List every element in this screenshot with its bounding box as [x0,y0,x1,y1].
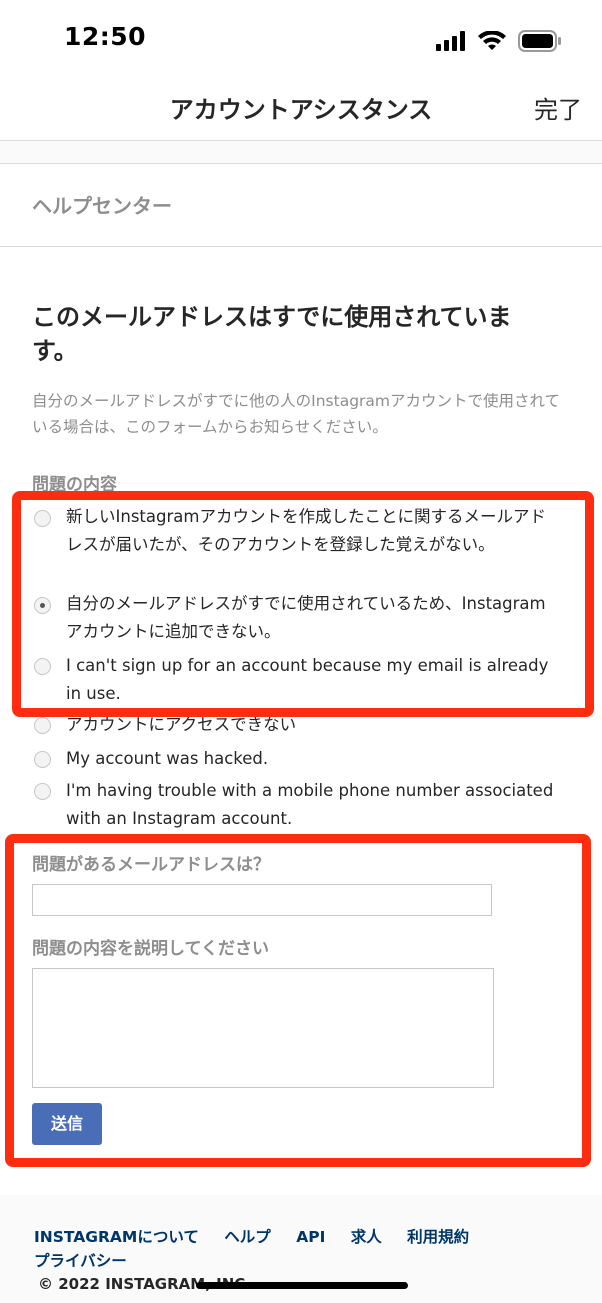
done-button[interactable]: 完了 [534,90,582,125]
description-textarea[interactable] [32,968,494,1088]
status-time: 12:50 [64,22,147,51]
email-field[interactable] [32,884,492,916]
wifi-icon [478,31,506,50]
footer-link-privacy[interactable]: プライバシー [34,1249,127,1271]
footer-links: INSTAGRAMについて ヘルプ API 求人 利用規約 [34,1225,489,1247]
footer-link-jobs[interactable]: 求人 [351,1228,382,1246]
status-icons [436,30,562,52]
home-indicator[interactable] [196,1282,408,1289]
help-center-link[interactable]: ヘルプセンター [32,190,172,219]
footer-link-api[interactable]: API [296,1228,325,1246]
page-title: このメールアドレスはすでに使用されています。 [32,303,512,365]
footer-link-terms[interactable]: 利用規約 [407,1228,469,1246]
nav-title: アカウントアシスタンス [169,96,433,124]
intro-text: 自分のメールアドレスがすでに他の人のInstagramアカウントで使用されている… [32,392,561,436]
radio-button[interactable] [34,783,51,800]
email-label: 問題があるメールアドレスは？ [32,855,270,875]
nav-bar: アカウントアシスタンス 完了 [0,80,602,141]
battery-icon [518,30,561,52]
signal-icon [436,31,465,51]
radio-label: I'm having trouble with a mobile phone n… [66,781,554,828]
status-bar: 12:50 [0,0,602,80]
radio-button[interactable] [34,751,51,768]
radio-label: My account was hacked. [66,749,269,768]
footer-link-help[interactable]: ヘルプ [224,1228,271,1246]
divider [0,246,602,247]
issue-type-label: 問題の内容 [32,475,117,495]
radio-button[interactable] [34,717,51,734]
footer-link-about[interactable]: INSTAGRAMについて [34,1228,199,1246]
radio-button[interactable] [34,658,51,675]
radio-label: アカウントにアクセスできない [66,715,297,734]
section-separator [0,141,602,164]
radio-label: I can't sign up for an account because m… [66,656,549,703]
submit-button[interactable]: 送信 [32,1103,102,1145]
radio-button-selected[interactable] [34,597,51,614]
radio-label: 新しいInstagramアカウントを作成したことに関するメールアドレスが届いたが… [66,507,546,554]
radio-button[interactable] [34,510,51,527]
description-label: 問題の内容を説明してください [32,939,269,959]
radio-label: 自分のメールアドレスがすでに使用されているため、Instagramアカウントに追… [66,594,546,641]
